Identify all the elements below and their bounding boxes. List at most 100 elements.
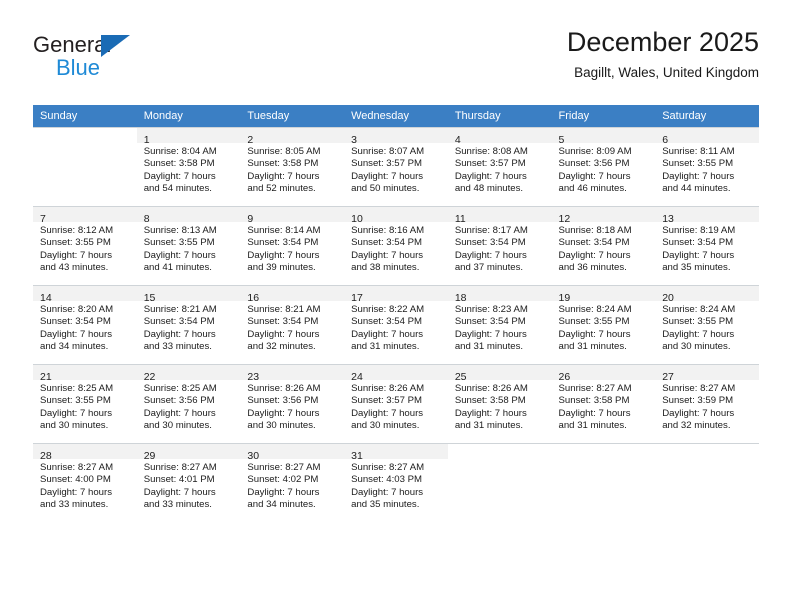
day-details: Sunrise: 8:27 AM Sunset: 3:58 PM Daylight:…	[552, 380, 656, 433]
sunrise-text: Sunrise: 8:18 AM	[558, 225, 632, 236]
sunset-text: Sunset: 3:57 PM	[351, 395, 423, 407]
day-number: 11	[454, 213, 466, 225]
day-number: 23	[247, 371, 260, 383]
day-number: 12	[558, 213, 571, 225]
day-cell[interactable]: 6 Sunrise: 8:11 AM Sunset: 3:55 PM Daylight…	[655, 127, 759, 206]
day-cell[interactable]: 26 Sunrise: 8:27 AM Sunset: 3:58 PM Dayligh…	[551, 364, 656, 443]
sunset-text: Sunset: 3:54 PM	[662, 237, 734, 249]
sunset-text: Sunset: 3:54 PM	[454, 237, 526, 249]
sunrise-text: Sunrise: 8:20 AM	[40, 304, 114, 315]
day-number: 19	[558, 292, 571, 304]
daylight-text-line2: and 38 minutes.	[351, 262, 420, 274]
day-number-bar: 10	[344, 207, 448, 225]
day-number: 5	[558, 134, 565, 146]
sunrise-text: Sunrise: 8:26 AM	[351, 383, 425, 394]
calendar-cell-day: 19 Sunrise: 8:24 AM Sunset: 3:55 PM Dayligh…	[551, 285, 656, 364]
day-cell[interactable]: 17 Sunrise: 8:22 AM Sunset: 3:54 PM Dayligh…	[344, 285, 448, 364]
day-number-bar: 2	[240, 128, 345, 146]
day-cell[interactable]: 14 Sunrise: 8:20 AM Sunset: 3:54 PM Dayligh…	[33, 285, 137, 364]
day-cell[interactable]: 30 Sunrise: 8:27 AM Sunset: 4:02 PM Dayligh…	[240, 443, 345, 522]
calendar-cell-day: 2 Sunrise: 8:05 AM Sunset: 3:58 PM Daylight…	[240, 127, 345, 206]
daylight-text-line2: and 31 minutes.	[558, 341, 627, 353]
daylight-text-line1: Daylight: 7 hours	[247, 170, 320, 182]
day-number: 29	[143, 450, 156, 462]
day-cell[interactable]: 25 Sunrise: 8:26 AM Sunset: 3:58 PM Dayligh…	[447, 364, 552, 443]
day-number-bar: 12	[551, 207, 656, 225]
day-details: Sunrise: 8:25 AM Sunset: 3:55 PM Daylight:…	[33, 380, 137, 433]
sunrise-text: Sunrise: 8:09 AM	[558, 146, 632, 157]
day-cell[interactable]: 8 Sunrise: 8:13 AM Sunset: 3:55 PM Daylight…	[136, 206, 241, 285]
calendar-cell-day: 11 Sunrise: 8:17 AM Sunset: 3:54 PM Dayligh…	[447, 206, 552, 285]
day-cell[interactable]: 9 Sunrise: 8:14 AM Sunset: 3:54 PM Daylight…	[240, 206, 345, 285]
weekday-header-saturday: Saturday	[655, 105, 759, 127]
daylight-text-line1: Daylight: 7 hours	[351, 249, 424, 261]
day-cell[interactable]: 5 Sunrise: 8:09 AM Sunset: 3:56 PM Daylight…	[551, 127, 656, 206]
day-number-bar: 24	[344, 365, 448, 383]
calendar-cell-day: 15 Sunrise: 8:21 AM Sunset: 3:54 PM Dayligh…	[136, 285, 241, 364]
sunrise-text: Sunrise: 8:24 AM	[662, 304, 736, 315]
day-number: 2	[247, 134, 254, 146]
sunset-text: Sunset: 3:56 PM	[247, 395, 319, 407]
page-header: General Blue December 2025 Bagillt, Wale…	[33, 26, 759, 96]
daylight-text-line1: Daylight: 7 hours	[454, 170, 527, 182]
calendar-cell-day: 25 Sunrise: 8:26 AM Sunset: 3:58 PM Dayligh…	[447, 364, 552, 443]
daylight-text-line2: and 34 minutes.	[247, 499, 316, 511]
sunset-text: Sunset: 3:57 PM	[454, 158, 526, 170]
weekday-header-monday: Monday	[136, 105, 241, 127]
calendar-week-row: 7 Sunrise: 8:12 AM Sunset: 3:55 PM Daylight…	[33, 206, 759, 285]
sunrise-text: Sunrise: 8:27 AM	[662, 383, 736, 394]
daylight-text-line1: Daylight: 7 hours	[143, 170, 216, 182]
weekday-header-thursday: Thursday	[447, 105, 552, 127]
day-cell[interactable]: 15 Sunrise: 8:21 AM Sunset: 3:54 PM Dayligh…	[136, 285, 241, 364]
weekday-header-friday: Friday	[551, 105, 656, 127]
day-cell[interactable]: 27 Sunrise: 8:27 AM Sunset: 3:59 PM Dayligh…	[655, 364, 759, 443]
day-cell[interactable]: 16 Sunrise: 8:21 AM Sunset: 3:54 PM Dayligh…	[240, 285, 345, 364]
day-cell[interactable]: 2 Sunrise: 8:05 AM Sunset: 3:58 PM Daylight…	[240, 127, 345, 206]
daylight-text-line2: and 44 minutes.	[662, 183, 731, 195]
day-number: 17	[351, 292, 363, 304]
day-cell[interactable]: 20 Sunrise: 8:24 AM Sunset: 3:55 PM Dayligh…	[655, 285, 759, 364]
day-cell[interactable]: 10 Sunrise: 8:16 AM Sunset: 3:54 PM Dayligh…	[344, 206, 448, 285]
day-cell[interactable]: 1 Sunrise: 8:04 AM Sunset: 3:58 PM Daylight…	[136, 127, 241, 206]
calendar-cell-empty	[447, 443, 552, 522]
calendar-cell-day: 9 Sunrise: 8:14 AM Sunset: 3:54 PM Daylight…	[240, 206, 345, 285]
day-cell[interactable]: 22 Sunrise: 8:25 AM Sunset: 3:56 PM Dayligh…	[136, 364, 241, 443]
empty-day-cell	[551, 443, 656, 522]
calendar-cell-day: 26 Sunrise: 8:27 AM Sunset: 3:58 PM Dayligh…	[551, 364, 656, 443]
day-cell[interactable]: 31 Sunrise: 8:27 AM Sunset: 4:03 PM Dayligh…	[344, 443, 448, 522]
day-cell[interactable]: 13 Sunrise: 8:19 AM Sunset: 3:54 PM Dayligh…	[655, 206, 759, 285]
day-cell[interactable]: 18 Sunrise: 8:23 AM Sunset: 3:54 PM Dayligh…	[447, 285, 552, 364]
day-cell[interactable]: 12 Sunrise: 8:18 AM Sunset: 3:54 PM Dayligh…	[551, 206, 656, 285]
daylight-text-line1: Daylight: 7 hours	[662, 328, 735, 340]
day-details: Sunrise: 8:20 AM Sunset: 3:54 PM Daylight:…	[33, 301, 137, 354]
day-details: Sunrise: 8:27 AM Sunset: 3:59 PM Daylight:…	[655, 380, 759, 433]
day-cell[interactable]: 4 Sunrise: 8:08 AM Sunset: 3:57 PM Daylight…	[447, 127, 552, 206]
sunrise-text: Sunrise: 8:24 AM	[558, 304, 632, 315]
calendar-cell-day: 29 Sunrise: 8:27 AM Sunset: 4:01 PM Dayligh…	[136, 443, 241, 522]
calendar-cell-day: 18 Sunrise: 8:23 AM Sunset: 3:54 PM Dayligh…	[447, 285, 552, 364]
day-cell[interactable]: 19 Sunrise: 8:24 AM Sunset: 3:55 PM Dayligh…	[551, 285, 656, 364]
daylight-text-line2: and 31 minutes.	[454, 420, 524, 432]
sunrise-text: Sunrise: 8:13 AM	[143, 225, 217, 236]
weekday-header-row: Sunday Monday Tuesday Wednesday Thursday…	[33, 105, 759, 127]
day-cell[interactable]: 24 Sunrise: 8:26 AM Sunset: 3:57 PM Dayligh…	[344, 364, 448, 443]
day-cell[interactable]: 3 Sunrise: 8:07 AM Sunset: 3:57 PM Daylight…	[344, 127, 448, 206]
page-title: December 2025	[566, 27, 759, 57]
day-cell[interactable]: 21 Sunrise: 8:25 AM Sunset: 3:55 PM Dayligh…	[33, 364, 137, 443]
day-cell[interactable]: 28 Sunrise: 8:27 AM Sunset: 4:00 PM Dayligh…	[33, 443, 137, 522]
day-details: Sunrise: 8:26 AM Sunset: 3:56 PM Daylight:…	[240, 380, 344, 433]
day-cell[interactable]: 23 Sunrise: 8:26 AM Sunset: 3:56 PM Dayligh…	[240, 364, 345, 443]
sunrise-text: Sunrise: 8:27 AM	[143, 462, 217, 473]
sunrise-text: Sunrise: 8:27 AM	[351, 462, 425, 473]
daylight-text-line1: Daylight: 7 hours	[143, 407, 216, 419]
daylight-text-line2: and 46 minutes.	[558, 183, 627, 195]
daylight-text-line1: Daylight: 7 hours	[662, 249, 735, 261]
day-cell[interactable]: 7 Sunrise: 8:12 AM Sunset: 3:55 PM Daylight…	[33, 206, 137, 285]
sunrise-text: Sunrise: 8:21 AM	[247, 304, 321, 315]
sunset-text: Sunset: 3:58 PM	[558, 395, 630, 407]
day-cell[interactable]: 11 Sunrise: 8:17 AM Sunset: 3:54 PM Dayligh…	[447, 206, 552, 285]
page-subtitle: Bagillt, Wales, United Kingdom	[574, 65, 759, 80]
day-cell[interactable]: 29 Sunrise: 8:27 AM Sunset: 4:01 PM Dayligh…	[136, 443, 241, 522]
daylight-text-line1: Daylight: 7 hours	[247, 486, 320, 498]
day-details: Sunrise: 8:27 AM Sunset: 4:03 PM Daylight:…	[344, 459, 448, 512]
